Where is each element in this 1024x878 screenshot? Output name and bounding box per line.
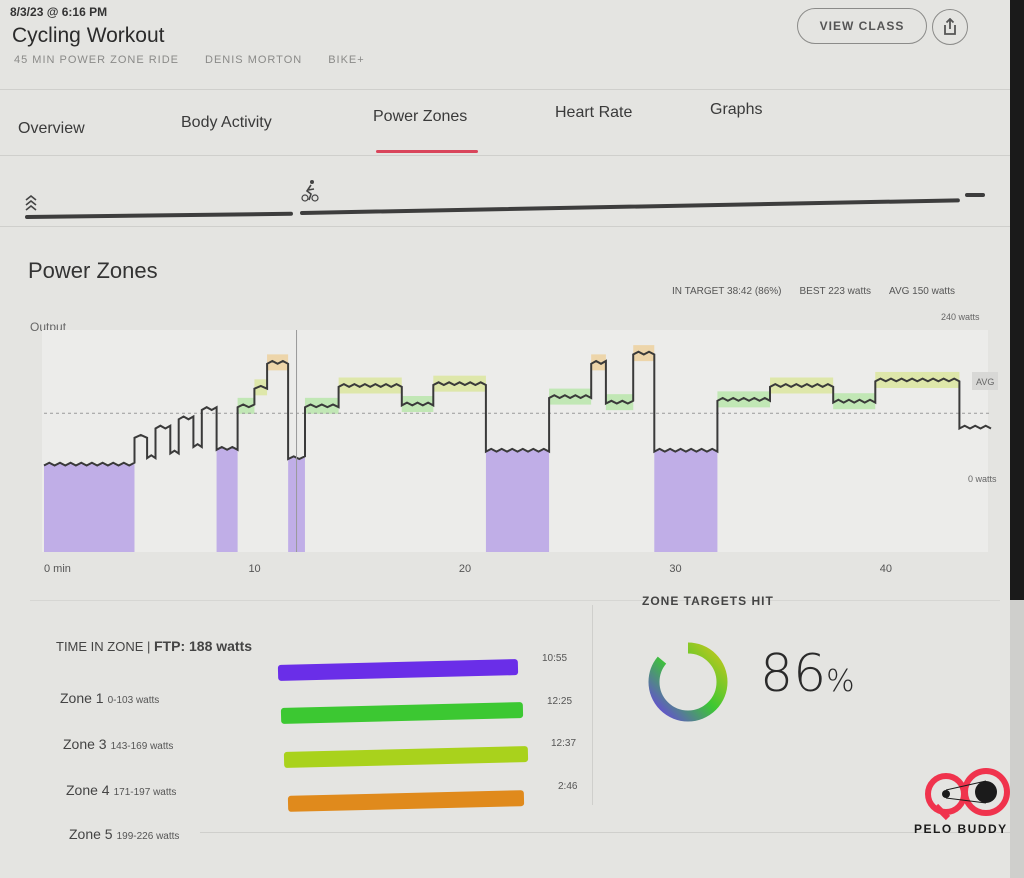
zone-1-time: 10:55 [542,653,568,664]
tab-graphs[interactable]: Graphs [710,101,762,119]
zone-3-label: Zone 3 143-169 watts [63,736,174,752]
x-tick-label: 40 [880,563,892,575]
track-segment-end [965,193,985,197]
cyclist-icon [301,180,319,202]
workout-header: 8/3/23 @ 6:16 PM Cycling Workout 45 MIN … [0,0,1012,90]
zone-targets-title: ZONE TARGETS HIT [642,594,774,608]
workout-date: 8/3/23 @ 6:16 PM [10,5,108,19]
zone-1-label: Zone 1 0-103 watts [60,690,160,706]
tab-bar: Overview Body Activity Power Zones Heart… [0,90,1012,156]
x-tick-label: 10 [248,563,260,575]
power-stats: IN TARGET 38:42 (86%) BEST 223 watts AVG… [672,286,955,297]
bottom-divider [200,832,1012,833]
app-screen: 8/3/23 @ 6:16 PM Cycling Workout 45 MIN … [0,0,1012,878]
column-divider [592,605,593,805]
zone-4-time: 12:37 [551,738,577,749]
share-button[interactable] [932,9,968,45]
zone-target-band [44,464,135,552]
zone-targets-percent: 86% [760,644,855,704]
tab-heart-rate[interactable]: Heart Rate [555,104,632,122]
zone-1-bar [277,659,519,681]
section-divider [30,600,1000,601]
best-stat: BEST 223 watts [799,286,872,297]
y-min-label: 0 watts [968,474,997,484]
class-progress-track [0,157,1012,227]
tab-overview[interactable]: Overview [18,120,85,138]
device-name: BIKE+ [328,54,365,66]
class-name[interactable]: 45 MIN POWER ZONE RIDE [14,54,179,66]
y-max-label: 240 watts [941,312,980,322]
x-tick-label: 0 min [44,563,71,575]
time-in-zone-label: TIME IN ZONE [56,639,144,654]
workout-title: Cycling Workout [12,24,165,47]
time-in-zone-title: TIME IN ZONE | FTP: 188 watts [56,638,253,654]
zone-5-time: 2:46 [558,781,578,792]
active-tab-indicator [376,150,478,153]
donut-arc [648,642,728,722]
instructor-name[interactable]: DENIS MORTON [205,54,302,66]
in-target-stat: IN TARGET 38:42 (86%) [672,286,782,297]
x-tick-label: 20 [459,563,471,575]
chevrons-up-icon [25,194,37,211]
zone-5-bar [287,790,525,812]
zone-5-label: Zone 5 199-226 watts [69,826,180,842]
workout-meta: 45 MIN POWER ZONE RIDE DENIS MORTON BIKE… [14,54,365,66]
tab-power-zones[interactable]: Power Zones [373,108,467,126]
share-icon [944,18,956,35]
avg-stat: AVG 150 watts [889,286,955,297]
power-zones-title: Power Zones [28,258,158,283]
watermark-text: PELO BUDDY [914,822,1008,836]
output-chart[interactable]: 0 min 10 20 30 40 240 watts 0 watts AVG [36,310,1006,590]
ftp-value: FTP: 188 watts [154,638,253,654]
device-bezel [1010,0,1024,878]
zone-target-band [485,450,550,552]
zone-4-bar [283,746,529,768]
zone-3-time: 12:25 [547,696,573,707]
track-segment-main [299,198,960,215]
avg-label: AVG [976,377,994,387]
view-class-button[interactable]: VIEW CLASS [797,8,927,44]
zone-targets-donut [648,642,728,722]
zone-4-label: Zone 4 171-197 watts [66,782,177,798]
tab-body-activity[interactable]: Body Activity [181,114,272,132]
track-segment-warmup [24,211,294,219]
zone-target-band [216,448,238,552]
x-tick-label: 30 [669,563,681,575]
zone-3-bar [280,702,524,724]
zone-target-band [654,450,718,552]
